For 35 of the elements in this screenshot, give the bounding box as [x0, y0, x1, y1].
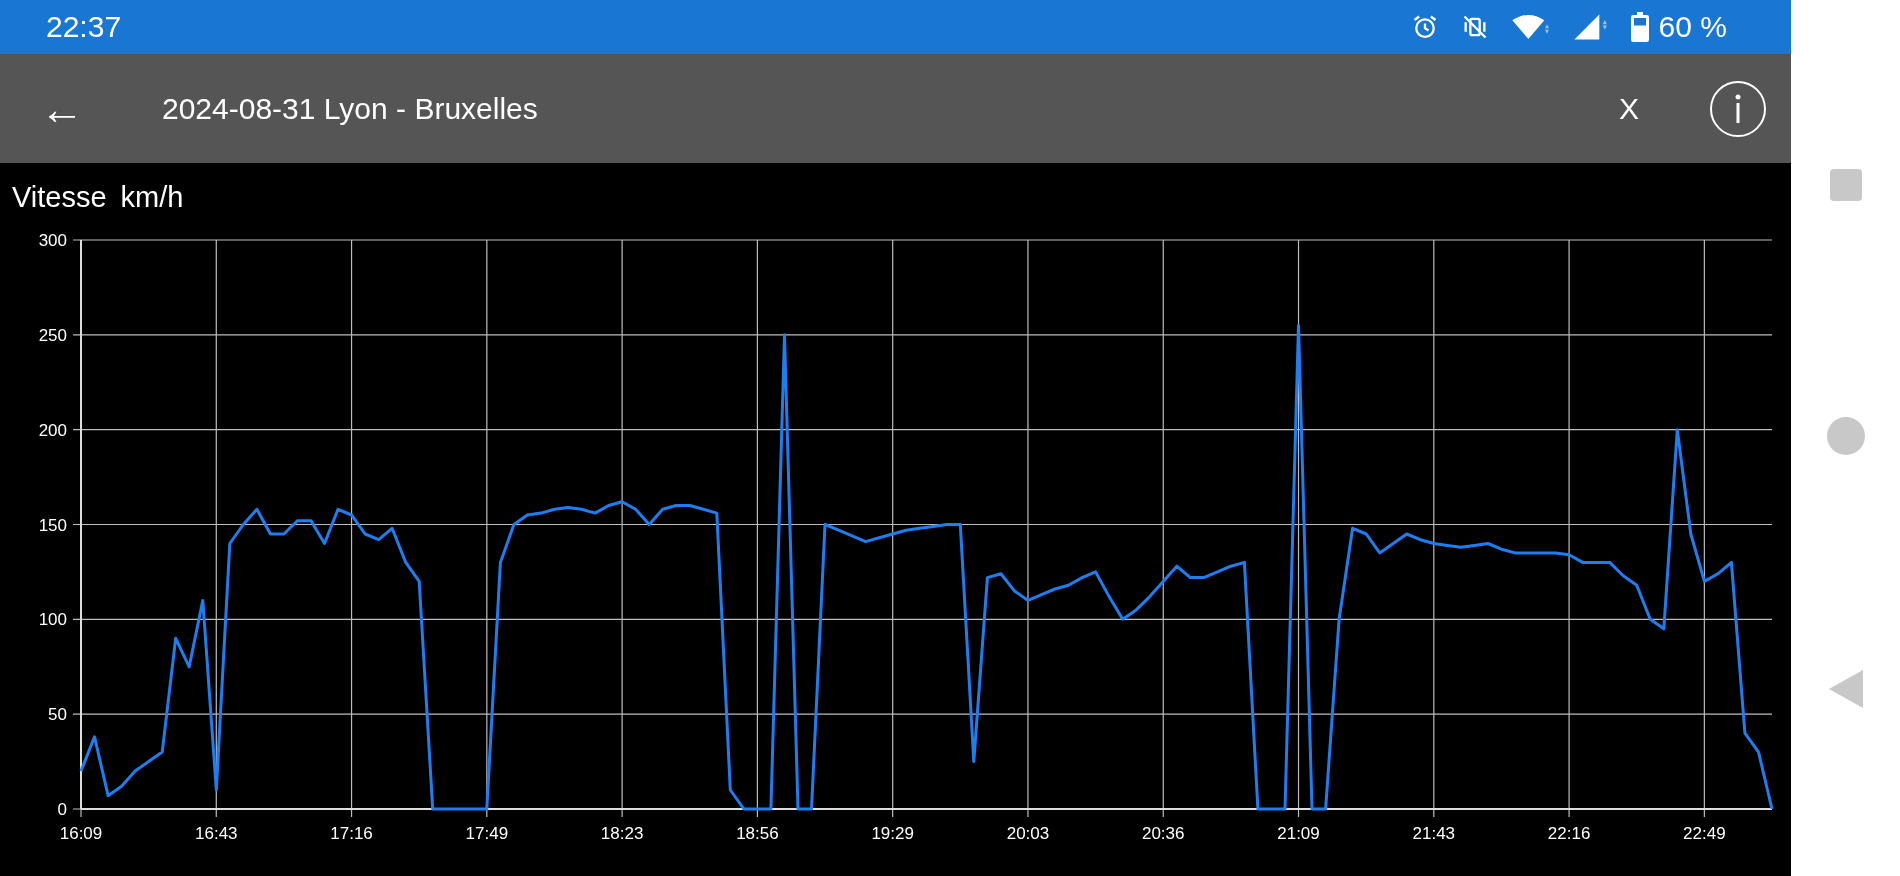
back-button[interactable]: ←	[32, 86, 92, 131]
x-tick-label: 19:29	[871, 824, 914, 843]
unit-label: km/h	[120, 181, 184, 215]
x-tick-label: 16:43	[195, 824, 238, 843]
y-tick-label: 0	[57, 800, 67, 819]
y-tick-label: 100	[38, 610, 67, 630]
recents-button[interactable]	[1828, 168, 1863, 202]
wifi-icon	[1510, 13, 1551, 41]
battery-percentage: 60 %	[1658, 10, 1727, 44]
x-tick-label: 17:16	[330, 824, 373, 843]
series-name: Vitesse	[12, 181, 107, 215]
y-tick-label: 250	[38, 325, 67, 345]
x-tick-label: 20:36	[1141, 824, 1185, 843]
x-tick-label: 16:09	[59, 824, 103, 843]
x-tick-label: 21:09	[1277, 824, 1320, 843]
y-tick-label: 300	[38, 231, 67, 250]
x-tick-label: 18:23	[600, 824, 644, 843]
home-button[interactable]	[1825, 415, 1866, 456]
close-button[interactable]: X	[1611, 83, 1647, 134]
x-tick-label: 18:56	[736, 824, 779, 843]
y-tick-label: 200	[38, 420, 67, 440]
y-tick-label: 50	[48, 705, 67, 725]
x-tick-label: 21:43	[1412, 824, 1456, 843]
clock-time: 22:37	[46, 10, 122, 44]
info-icon	[1709, 79, 1767, 138]
battery-icon	[1630, 12, 1649, 42]
signal-icon	[1572, 13, 1609, 41]
x-tick-label: 20:03	[1006, 824, 1050, 843]
y-tick-label: 150	[38, 515, 67, 535]
back-nav-button[interactable]	[1827, 669, 1864, 709]
x-tick-label: 22:16	[1547, 824, 1591, 843]
x-tick-label: 17:49	[465, 824, 509, 843]
page-title: 2024-08-31 Lyon - Bruxelles	[162, 91, 539, 126]
x-tick-label: 22:49	[1683, 824, 1726, 843]
info-button[interactable]	[1709, 79, 1767, 138]
